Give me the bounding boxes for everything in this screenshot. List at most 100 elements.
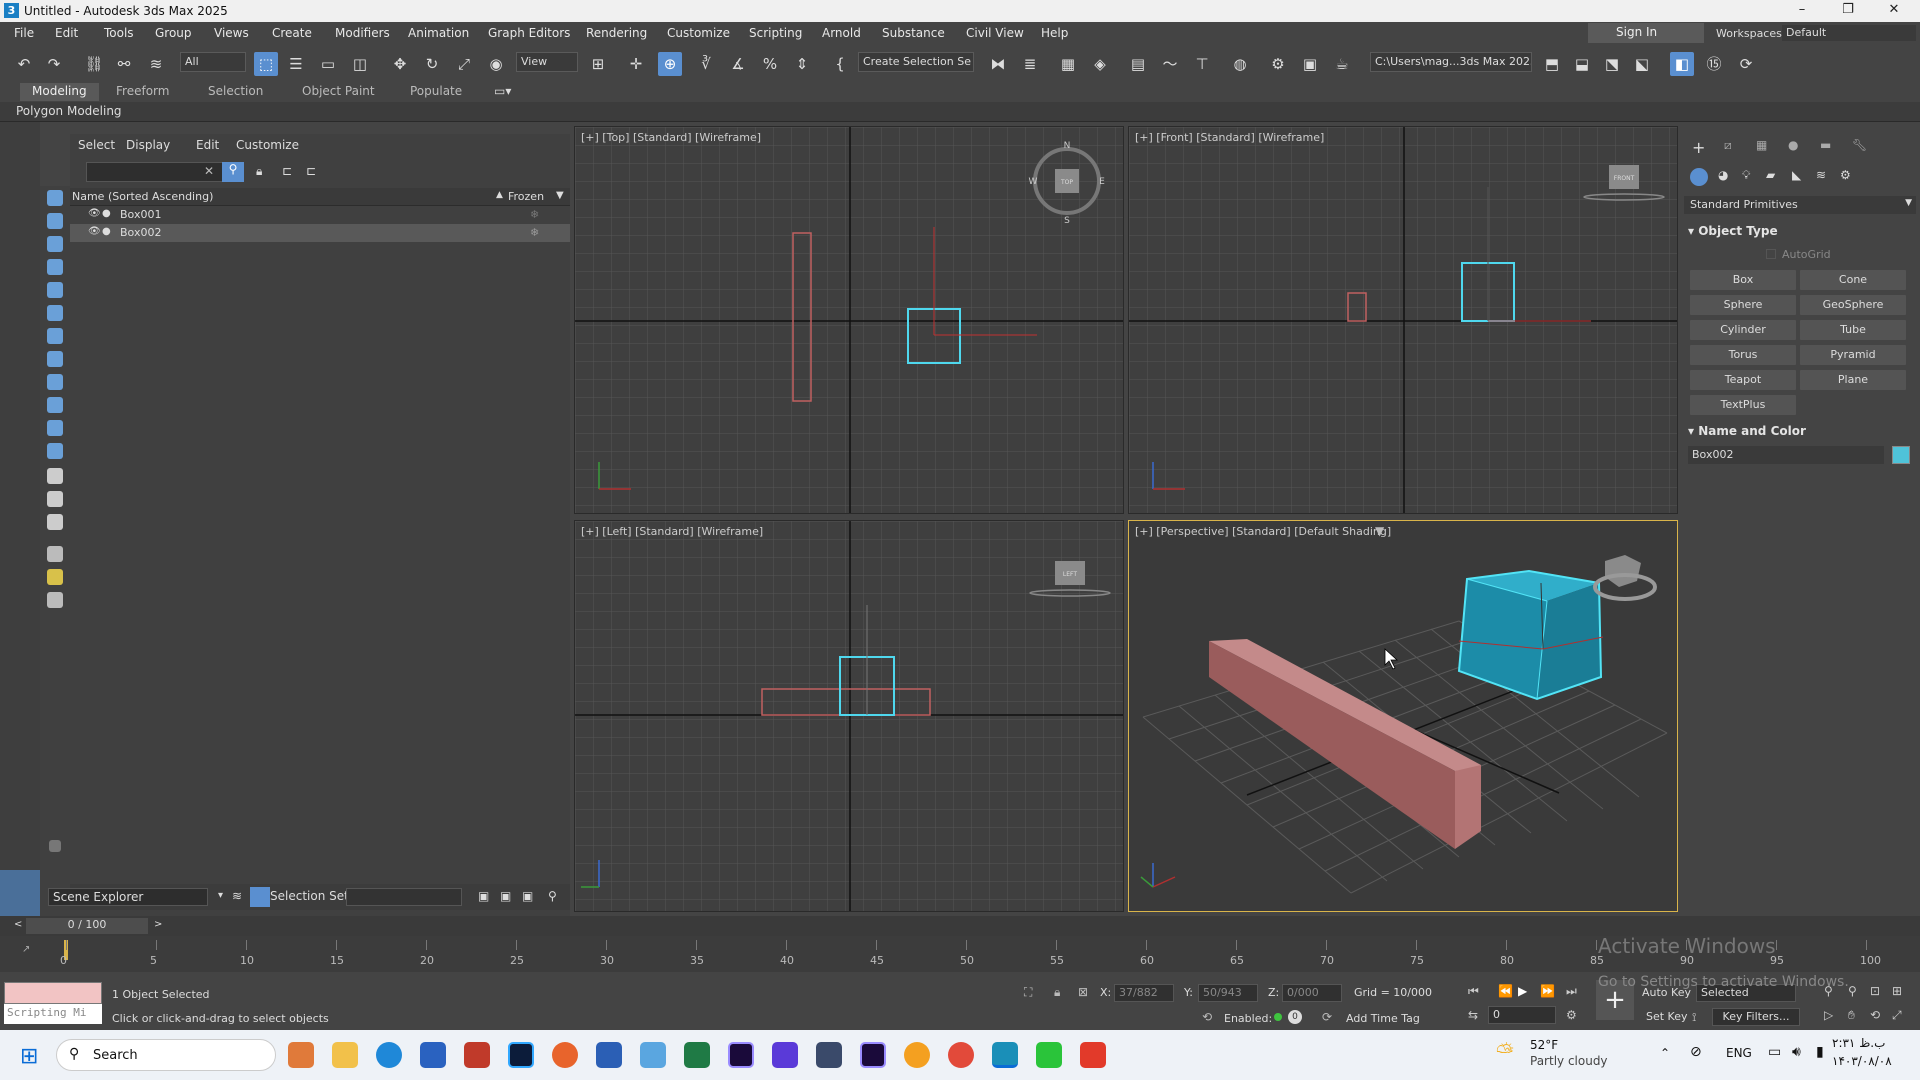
menu-arnold[interactable]: Arnold: [822, 26, 861, 40]
key-mode-icon[interactable]: ⇆: [1468, 1008, 1478, 1022]
project-folder-dropdown[interactable]: C:\Users\mag...3ds Max 2025: [1370, 52, 1532, 72]
enabled-indicator[interactable]: [1274, 1013, 1282, 1021]
zoom-extents-icon[interactable]: ⊡: [1870, 984, 1880, 998]
torus-button[interactable]: Torus: [1690, 345, 1796, 365]
cameras-category-icon[interactable]: ▰: [1766, 168, 1775, 182]
fov-icon[interactable]: ▷: [1824, 1008, 1833, 1022]
3dsmax-taskbar-icon[interactable]: [992, 1042, 1018, 1068]
curve-toggle-icon[interactable]: ↗: [22, 944, 30, 955]
file-explorer-icon[interactable]: [332, 1042, 358, 1068]
snap-toggle-icon[interactable]: ∛: [694, 52, 718, 76]
geosphere-button[interactable]: GeoSphere: [1800, 295, 1906, 315]
motion-tab-icon[interactable]: ●: [1788, 138, 1798, 152]
viewport-layout-tab-icon[interactable]: [0, 870, 40, 916]
scene-explorer-icon[interactable]: [250, 887, 270, 907]
windows-start-icon[interactable]: ⊞: [20, 1044, 38, 1069]
mirror-icon[interactable]: ⧓: [986, 52, 1010, 76]
maxscript-mini-input[interactable]: Scripting Mi: [4, 1004, 102, 1024]
time-slider-thumb[interactable]: 0 / 100: [26, 918, 148, 934]
display-none-icon[interactable]: [47, 491, 63, 507]
orbit-icon[interactable]: ⟲: [1870, 1008, 1880, 1022]
headphone-app-icon[interactable]: [904, 1042, 930, 1068]
excel-icon[interactable]: [684, 1042, 710, 1068]
taskbar-search-box[interactable]: ⚲ Search: [56, 1039, 276, 1071]
menu-substance[interactable]: Substance: [882, 26, 945, 40]
placement-icon[interactable]: ◉: [484, 52, 508, 76]
freeze-icon[interactable]: ❄: [530, 208, 539, 221]
open-explorer-icon[interactable]: ⬓: [1570, 52, 1594, 76]
display-spacewarps-icon[interactable]: [47, 305, 63, 321]
menu-scripting[interactable]: Scripting: [749, 26, 802, 40]
visibility-eye-icon[interactable]: 👁︎: [88, 226, 101, 237]
box-button[interactable]: Box: [1690, 270, 1796, 290]
tab-object-paint[interactable]: Object Paint: [290, 83, 387, 101]
visibility-eye-icon[interactable]: 👁︎: [88, 208, 101, 219]
render-setup-icon[interactable]: ⚙: [1266, 52, 1290, 76]
render-icon[interactable]: ☕: [1330, 52, 1354, 76]
menu-rendering[interactable]: Rendering: [586, 26, 647, 40]
selection-set-dropdown[interactable]: [346, 888, 462, 906]
geometry-category-icon[interactable]: [1690, 168, 1708, 186]
help-search-icon[interactable]: ⟳: [1734, 52, 1758, 76]
display-bones-icon[interactable]: [47, 374, 63, 390]
explorer-name-dropdown[interactable]: Scene Explorer: [48, 888, 208, 906]
menu-group[interactable]: Group: [155, 26, 192, 40]
frozen-column-header[interactable]: Frozen: [508, 190, 544, 203]
ref-coord-dropdown[interactable]: View: [516, 52, 578, 72]
key-filters-button[interactable]: Key Filters...: [1712, 1008, 1800, 1026]
battery-icon[interactable]: ▮: [1816, 1044, 1824, 1060]
menu-civil-view[interactable]: Civil View: [966, 26, 1024, 40]
viewport-front-label[interactable]: [+] [Front] [Standard] [Wireframe]: [1135, 131, 1324, 144]
edge-icon[interactable]: [376, 1042, 402, 1068]
pyramid-button[interactable]: Pyramid: [1800, 345, 1906, 365]
minimize-icon[interactable]: –: [1792, 2, 1812, 17]
volume-icon[interactable]: 🔊︎: [1792, 1044, 1801, 1060]
time-tag-count[interactable]: 0: [1288, 1010, 1302, 1024]
sphere-button[interactable]: Sphere: [1690, 295, 1796, 315]
sign-in-button[interactable]: Sign In: [1588, 23, 1704, 43]
display-groups-icon[interactable]: [47, 328, 63, 344]
clear-search-icon[interactable]: ✕: [204, 164, 214, 178]
category-dropdown[interactable]: Standard Primitives ▼: [1684, 196, 1916, 214]
time-tag-icon[interactable]: ⟳: [1322, 1010, 1332, 1024]
hierarchy-icon[interactable]: ⊏: [282, 164, 292, 178]
maximize-icon[interactable]: ❐: [1838, 2, 1858, 17]
select-object-icon[interactable]: ⬚: [254, 52, 278, 76]
layer-explorer-icon[interactable]: ≋: [232, 889, 242, 903]
spinner-snap-icon[interactable]: ⇕: [790, 52, 814, 76]
asset-tracking-icon[interactable]: ⬒: [1540, 52, 1564, 76]
absolute-mode-icon[interactable]: ⊠: [1078, 985, 1088, 999]
scene-item-box002[interactable]: 👁︎ ● Box002 ❄: [70, 224, 570, 242]
move-icon[interactable]: ✥: [388, 52, 412, 76]
viewport-front[interactable]: [+] [Front] [Standard] [Wireframe] FRONT: [1128, 126, 1678, 514]
edit-named-sel-icon[interactable]: {: [828, 52, 852, 76]
network-off-icon[interactable]: ⊘: [1690, 1044, 1702, 1060]
zoom-extents-all-icon[interactable]: ⊞: [1892, 984, 1902, 998]
store-icon[interactable]: [420, 1042, 446, 1068]
systems-category-icon[interactable]: ⚙: [1840, 168, 1851, 182]
menu-create[interactable]: Create: [272, 26, 312, 40]
filter-toggle-icon[interactable]: ⚲: [222, 162, 244, 182]
next-frame-icon[interactable]: >: [154, 919, 162, 930]
play-icon[interactable]: ▶: [1518, 984, 1527, 998]
set-key-button[interactable]: Set Key: [1646, 1010, 1688, 1023]
bind-spacewarp-icon[interactable]: ≋: [144, 52, 168, 76]
curve-editor-icon[interactable]: 〜: [1158, 52, 1182, 76]
lights-category-icon[interactable]: 💡︎: [1742, 168, 1750, 183]
premiere-icon[interactable]: [728, 1042, 754, 1068]
cone-button[interactable]: Cone: [1800, 270, 1906, 290]
freeze-icon[interactable]: ❄: [530, 226, 539, 239]
object-name-input[interactable]: Box002: [1688, 446, 1884, 464]
display-hidden-icon[interactable]: [47, 443, 63, 459]
pan-icon[interactable]: ✋︎: [1848, 1008, 1855, 1023]
tab-modeling[interactable]: Modeling: [20, 83, 99, 101]
word-icon[interactable]: [596, 1042, 622, 1068]
autogrid-checkbox[interactable]: [1766, 249, 1776, 259]
display-xrefs-icon[interactable]: [47, 351, 63, 367]
z-coordinate-field[interactable]: 0/000: [1282, 984, 1342, 1002]
display-invert-icon[interactable]: [47, 514, 63, 530]
viewport-left-label[interactable]: [+] [Left] [Standard] [Wireframe]: [581, 525, 763, 538]
add-time-tag-button[interactable]: Add Time Tag: [1346, 1012, 1420, 1025]
menu-graph-editors[interactable]: Graph Editors: [488, 26, 570, 40]
shapes-category-icon[interactable]: ◕: [1718, 168, 1728, 182]
